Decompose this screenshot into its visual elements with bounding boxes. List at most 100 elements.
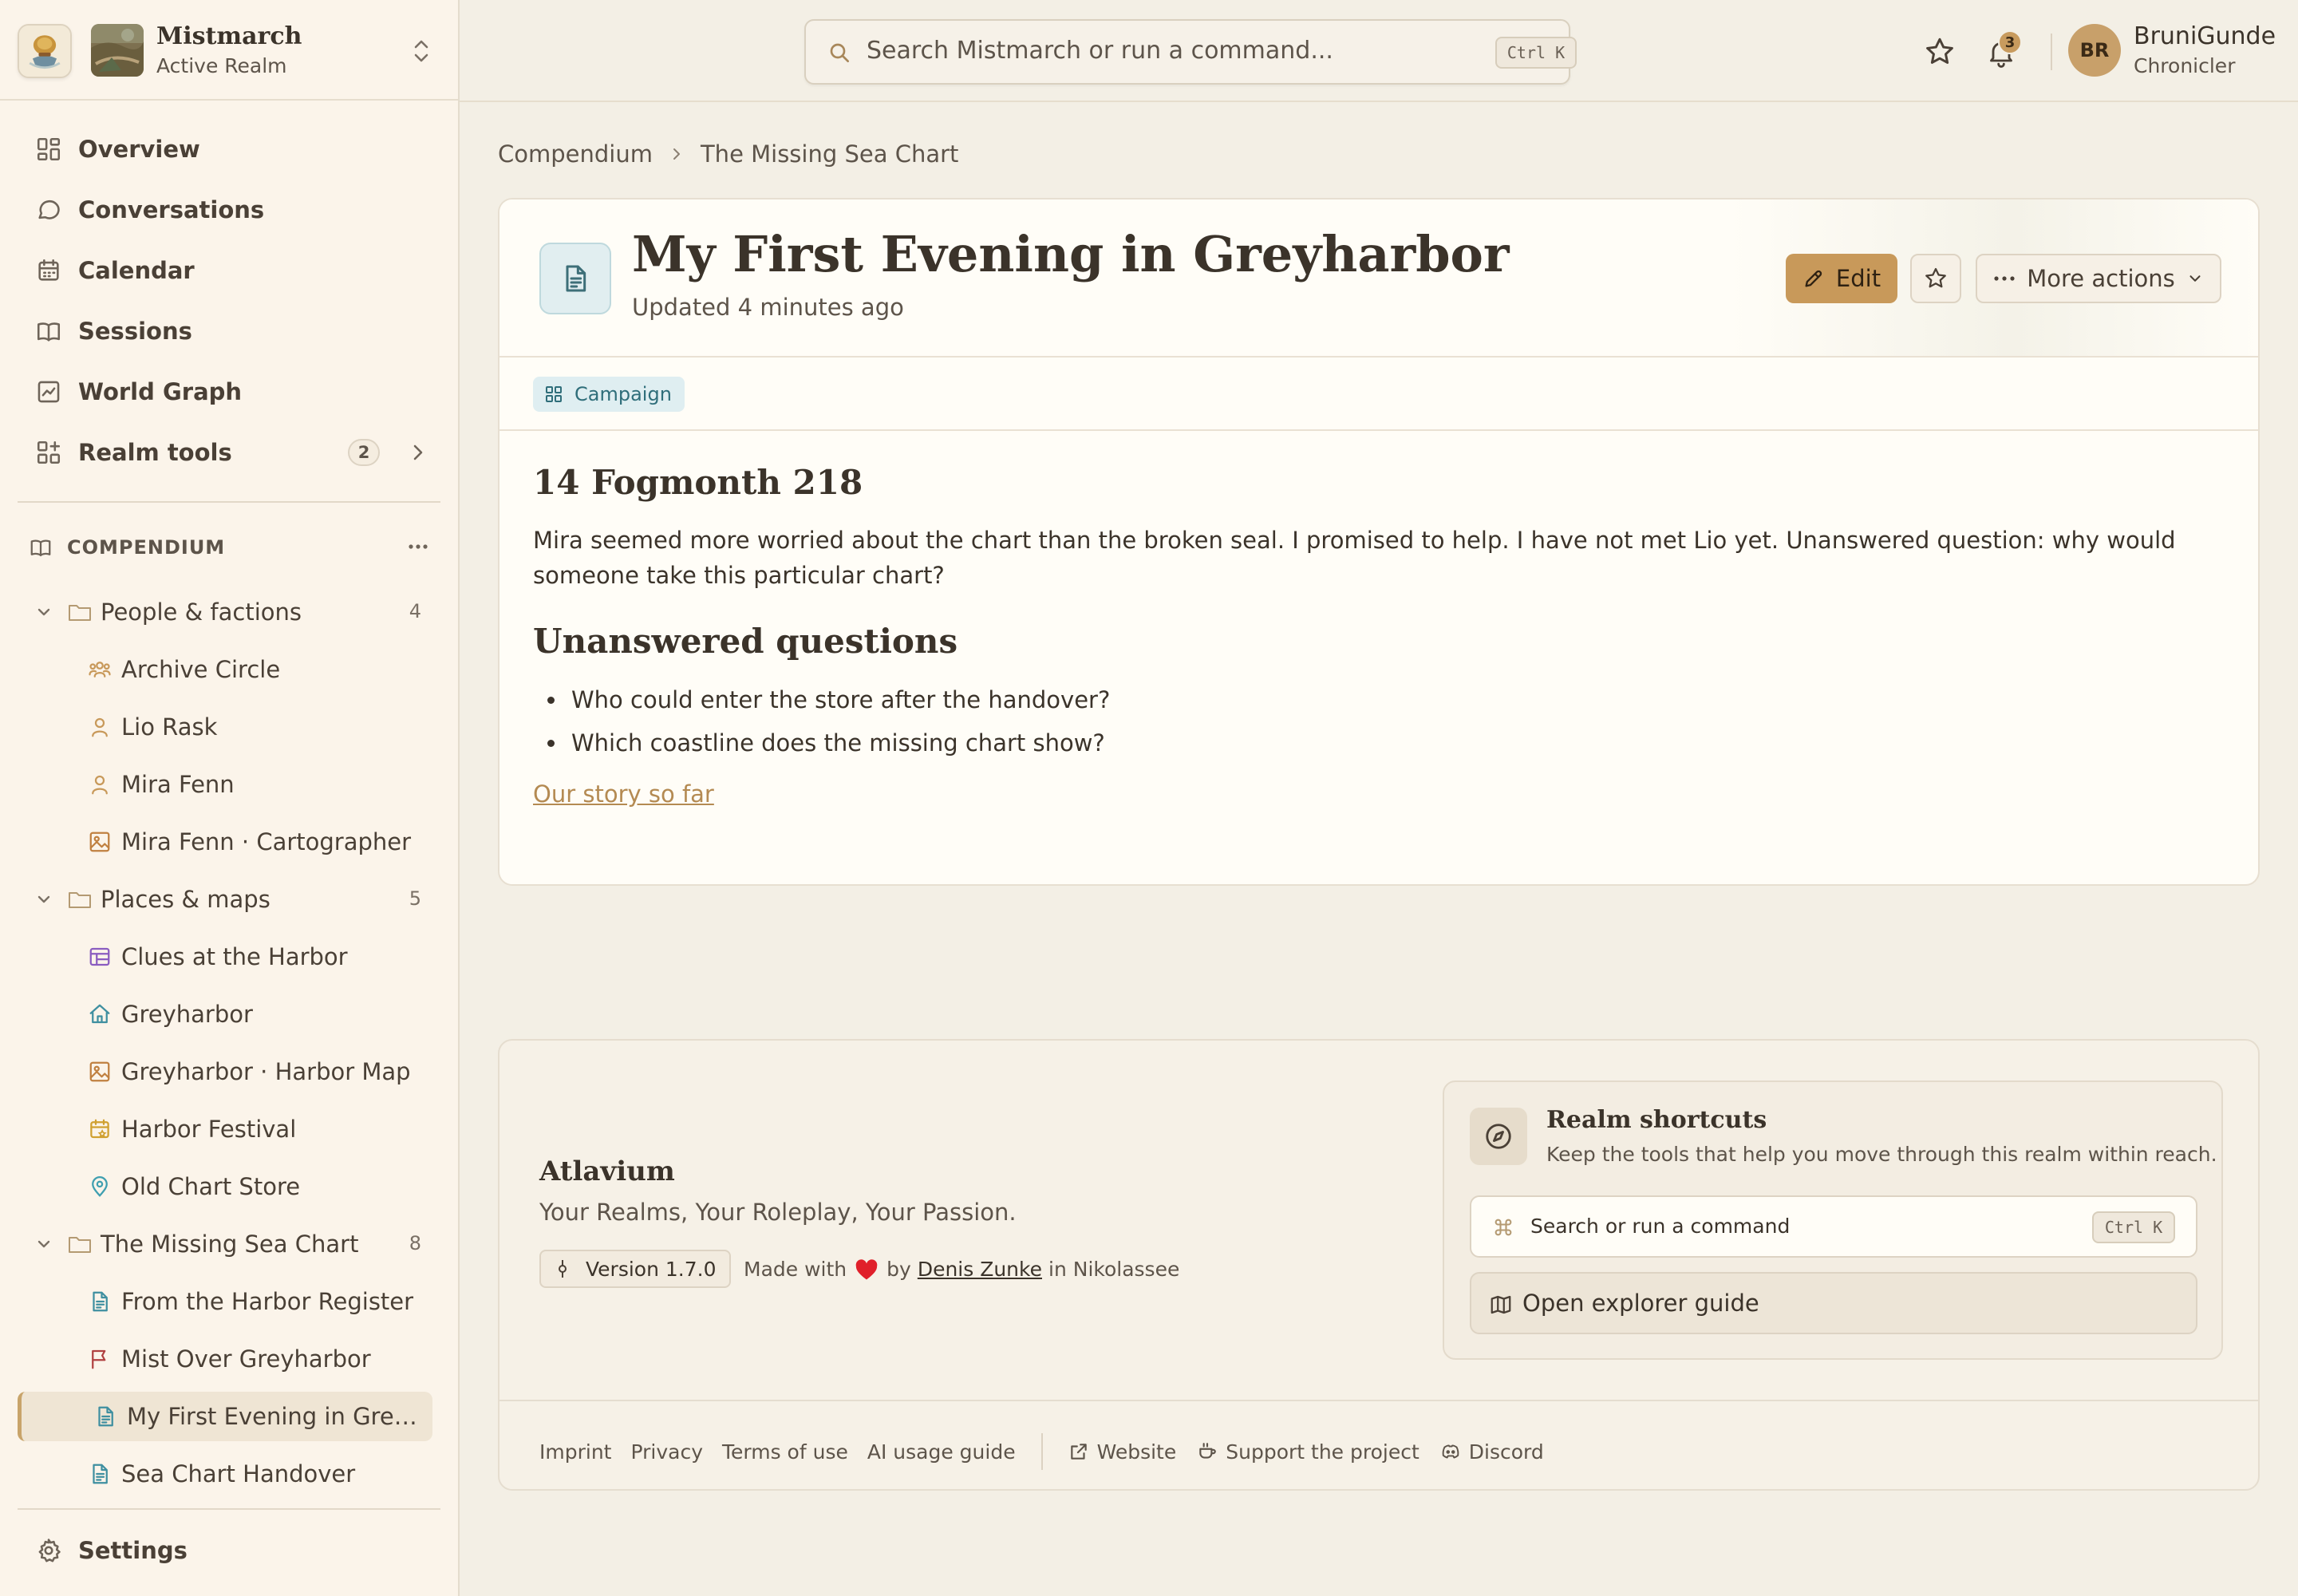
tag-campaign[interactable]: Campaign xyxy=(533,377,685,412)
updated-timestamp: Updated 4 minutes ago xyxy=(632,294,904,321)
gear-icon xyxy=(38,1539,61,1562)
shortcut-search-button[interactable]: Search or run a command Ctrl K xyxy=(1470,1195,2197,1258)
image-icon xyxy=(89,1061,110,1082)
tree-item-mira-fenn[interactable]: Mira Fenn xyxy=(18,760,432,809)
realm-tools-count-badge: 2 xyxy=(348,439,380,466)
author-link[interactable]: Denis Zunke xyxy=(918,1258,1042,1281)
shortcuts-title: Realm shortcuts xyxy=(1546,1106,1767,1134)
group-icon xyxy=(89,662,111,678)
folder-people-factions[interactable]: People & factions 4 xyxy=(18,587,432,637)
version-badge[interactable]: Version 1.7.0 xyxy=(539,1250,731,1288)
compendium-section-header: COMPENDIUM xyxy=(29,530,436,565)
more-horizontal-icon xyxy=(1994,276,2015,281)
favorite-button[interactable] xyxy=(1910,254,1961,303)
edit-button[interactable]: Edit xyxy=(1786,254,1897,303)
realm-switcher[interactable]: Mistmarch Active Realm xyxy=(0,0,458,101)
shortcut-search-hint: Ctrl K xyxy=(2092,1211,2175,1243)
breadcrumb-link-compendium[interactable]: Compendium xyxy=(498,140,653,168)
sidebar-divider xyxy=(18,1508,440,1510)
tree-item-sea-chart-handover[interactable]: Sea Chart Handover xyxy=(18,1449,432,1499)
more-actions-button[interactable]: More actions xyxy=(1976,254,2221,303)
tree-item-label: Mira Fenn xyxy=(121,771,235,798)
entry-paragraph: Mira seemed more worried about the chart… xyxy=(533,527,2176,589)
app-logo[interactable] xyxy=(18,24,72,78)
flag-icon xyxy=(92,1349,106,1369)
folder-count: 8 xyxy=(409,1232,421,1254)
calendar-icon xyxy=(38,259,59,281)
nav-settings[interactable]: Settings xyxy=(18,1526,432,1575)
tree-item-lio-rask[interactable]: Lio Rask xyxy=(18,702,432,752)
tree-item-greyharbor[interactable]: Greyharbor xyxy=(18,990,432,1039)
nav-world-graph[interactable]: World Graph xyxy=(18,367,432,417)
tree-item-from-the-harbor-register[interactable]: From the Harbor Register xyxy=(18,1277,432,1326)
footer-divider xyxy=(499,1400,2258,1401)
star-icon[interactable] xyxy=(1923,35,1956,69)
discord-link[interactable]: Discord xyxy=(1440,1440,1544,1464)
tree-item-mist-over-greyharbor[interactable]: Mist Over Greyharbor xyxy=(18,1334,432,1384)
privacy-link[interactable]: Privacy xyxy=(630,1440,703,1464)
tree-item-old-chart-store[interactable]: Old Chart Store xyxy=(18,1162,432,1211)
terms-link[interactable]: Terms of use xyxy=(722,1440,848,1464)
tree-item-mira-fenn-cartographer[interactable]: Mira Fenn · Cartographer xyxy=(18,817,432,867)
chevron-down-icon[interactable] xyxy=(34,889,54,910)
nav-conversations[interactable]: Conversations xyxy=(18,185,432,235)
chevron-down-icon[interactable] xyxy=(34,602,54,622)
tree-item-label: Clues at the Harbor xyxy=(121,943,348,970)
user-name[interactable]: BruniGunde xyxy=(2134,22,2276,50)
compass-icon xyxy=(1486,1124,1511,1149)
discord-icon xyxy=(1442,1444,1459,1459)
folder-places-maps[interactable]: Places & maps 5 xyxy=(18,875,432,924)
search-shortcut-hint: Ctrl K xyxy=(1495,37,1577,69)
document-type-badge xyxy=(539,243,611,314)
nav-calendar[interactable]: Calendar xyxy=(18,246,432,295)
support-project-link[interactable]: Support the project xyxy=(1197,1440,1419,1464)
realm-name: Mistmarch xyxy=(156,22,302,50)
realm-thumbnail xyxy=(91,24,144,77)
open-explorer-guide-button[interactable]: Open explorer guide xyxy=(1470,1272,2197,1334)
tree-item-label: Mist Over Greyharbor xyxy=(121,1345,371,1373)
tree-item-harbor-festival[interactable]: Harbor Festival xyxy=(18,1104,432,1154)
chevron-right-icon xyxy=(413,444,423,460)
folder-icon xyxy=(69,605,91,621)
ai-usage-guide-link[interactable]: AI usage guide xyxy=(867,1440,1016,1464)
more-horizontal-icon[interactable] xyxy=(402,535,434,559)
nav-sessions[interactable]: Sessions xyxy=(18,306,432,356)
tree-item-my-first-evening-in-greyharbor[interactable]: My First Evening in Greyharbor xyxy=(18,1392,432,1441)
questions-list: Who could enter the store after the hand… xyxy=(533,678,2225,764)
realm-shortcuts-panel: Realm shortcuts Keep the tools that help… xyxy=(1443,1080,2223,1360)
location-text: in Nikolassee xyxy=(1048,1258,1180,1281)
tree-item-greyharbor-harbor-map[interactable]: Greyharbor · Harbor Map xyxy=(18,1047,432,1096)
tree-item-label: My First Evening in Greyharbor xyxy=(127,1403,428,1430)
avatar[interactable]: BR xyxy=(2068,24,2121,77)
calendar-event-icon xyxy=(90,1119,109,1139)
website-link[interactable]: Website xyxy=(1068,1440,1176,1464)
footer-links-divider xyxy=(1040,1433,1043,1470)
nav-overview[interactable]: Overview xyxy=(18,124,432,174)
sidebar-divider xyxy=(18,501,440,503)
nav-label: Settings xyxy=(78,1537,188,1564)
coffee-icon xyxy=(1199,1443,1217,1459)
tree-item-label: From the Harbor Register xyxy=(121,1288,414,1315)
folder-label: The Missing Sea Chart xyxy=(101,1231,359,1258)
tree-item-label: Lio Rask xyxy=(121,713,218,741)
tree-item-label: Mira Fenn · Cartographer xyxy=(121,828,412,855)
app-root: Mistmarch Active Realm Overview Conversa… xyxy=(0,0,2298,1596)
chevron-down-icon[interactable] xyxy=(34,1234,54,1254)
search-icon xyxy=(830,43,849,62)
global-search[interactable]: Search Mistmarch or run a command... Ctr… xyxy=(804,19,1577,85)
realm-status: Active Realm xyxy=(156,54,287,77)
imprint-link[interactable]: Imprint xyxy=(539,1440,611,1464)
story-so-far-link[interactable]: Our story so far xyxy=(533,780,714,808)
tree-item-archive-circle[interactable]: Archive Circle xyxy=(18,645,432,694)
folder-icon xyxy=(69,1237,91,1253)
folder-the-missing-sea-chart[interactable]: The Missing Sea Chart 8 xyxy=(18,1219,432,1269)
tree-item-clues-at-the-harbor[interactable]: Clues at the Harbor xyxy=(18,932,432,982)
document-icon xyxy=(93,1464,108,1484)
topbar-divider xyxy=(2051,34,2052,70)
tree-item-label: Greyharbor xyxy=(121,1001,253,1028)
breadcrumb-link-the-missing-sea-chart[interactable]: The Missing Sea Chart xyxy=(701,140,958,168)
document-icon xyxy=(566,265,586,292)
questions-heading: Unanswered questions xyxy=(533,622,958,661)
tag-label: Campaign xyxy=(574,383,672,405)
nav-realm-tools[interactable]: Realm tools 2 xyxy=(18,428,432,477)
